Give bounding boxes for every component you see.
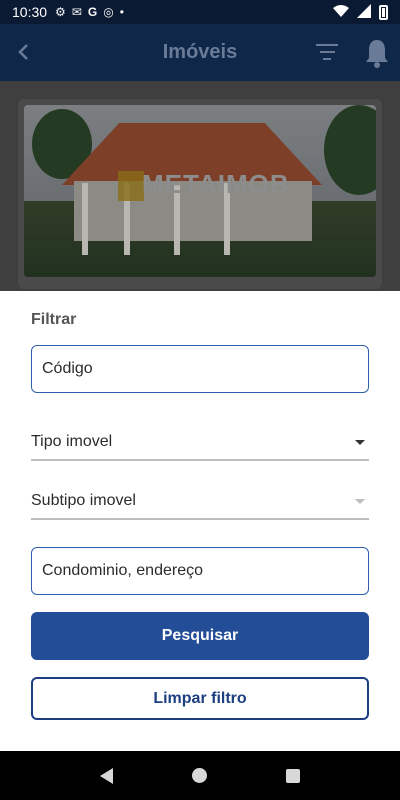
property-card[interactable]: METAIMOB <box>18 99 382 289</box>
signal-icon <box>357 3 371 21</box>
app-bar: Imóveis <box>0 24 400 81</box>
property-subtype-label: Subtipo imovel <box>31 492 136 509</box>
wifi-icon <box>333 4 349 20</box>
google-icon: G <box>87 5 98 19</box>
clock: 10:30 <box>12 4 48 20</box>
filter-sheet: Filtrar Código Tipo imovel Subtipo imove… <box>0 291 400 751</box>
battery-icon <box>379 4 388 20</box>
chevron-down-icon <box>355 439 365 445</box>
property-photo: METAIMOB <box>24 105 376 277</box>
notification-icons: ⚙ ✉ G ◎ • <box>55 5 124 19</box>
status-bar-left: 10:30 ⚙ ✉ G ◎ • <box>12 4 124 20</box>
system-nav-bar <box>0 751 400 800</box>
listing-area: METAIMOB <box>0 81 400 291</box>
vpn-icon: ◎ <box>103 5 114 19</box>
nav-home-icon[interactable] <box>191 768 207 783</box>
nav-recent-apps-icon[interactable] <box>286 768 301 783</box>
gmail-icon: ✉ <box>71 5 82 19</box>
chevron-down-icon <box>355 498 365 504</box>
address-input[interactable]: Condominio, endereço <box>31 547 369 595</box>
status-bar: 10:30 ⚙ ✉ G ◎ • <box>0 0 400 24</box>
watermark: METAIMOB <box>142 169 290 199</box>
clear-filter-button[interactable]: Limpar filtro <box>31 677 369 720</box>
code-input-placeholder: Código <box>42 360 93 377</box>
property-type-label: Tipo imovel <box>31 433 113 450</box>
code-input[interactable]: Código <box>31 345 369 393</box>
settings-icon: ⚙ <box>55 5 66 19</box>
filter-title: Filtrar <box>31 311 77 328</box>
bell-icon[interactable] <box>364 38 390 73</box>
address-input-placeholder: Condominio, endereço <box>42 562 203 579</box>
property-subtype-dropdown[interactable]: Subtipo imovel <box>31 484 369 520</box>
page-title: Imóveis <box>162 41 238 63</box>
dot-icon: • <box>119 5 124 19</box>
status-bar-right <box>333 3 388 21</box>
filter-icon[interactable] <box>316 44 338 60</box>
property-type-dropdown[interactable]: Tipo imovel <box>31 425 369 461</box>
nav-back-icon[interactable] <box>99 767 113 784</box>
logo-icon <box>118 171 144 201</box>
search-button[interactable]: Pesquisar <box>31 612 369 660</box>
